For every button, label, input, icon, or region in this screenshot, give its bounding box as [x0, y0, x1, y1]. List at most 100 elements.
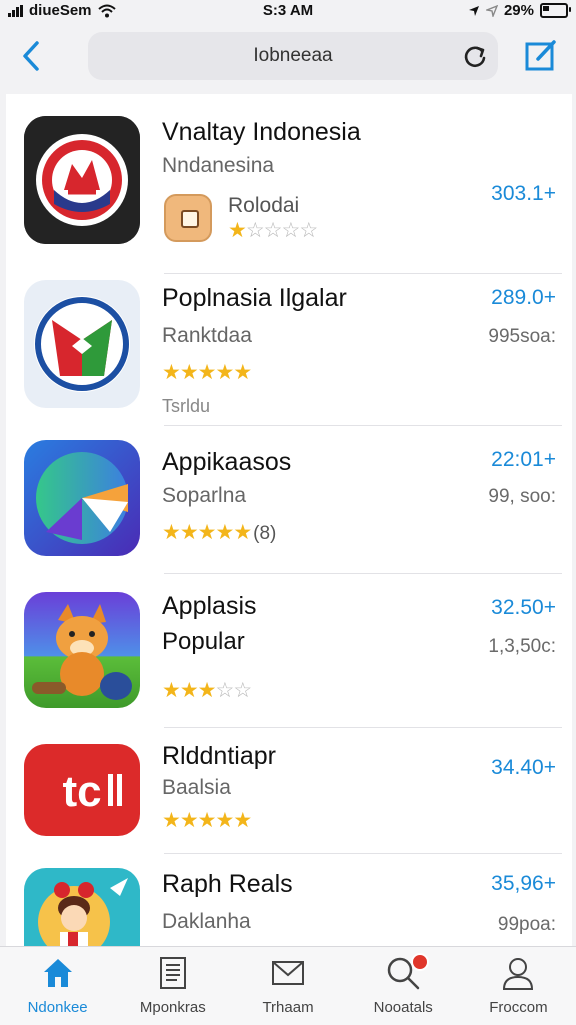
- battery-level: [543, 6, 549, 11]
- navigation-bar: Iobneeaa: [0, 28, 576, 84]
- star-icon: ★: [197, 521, 217, 544]
- star-icon: ★: [179, 521, 199, 544]
- app-price[interactable]: 303.1+: [491, 182, 556, 206]
- star-icon: ★: [233, 361, 252, 384]
- star-icon: ★: [162, 809, 181, 832]
- address-bar[interactable]: Iobneeaa: [88, 32, 498, 80]
- star-icon: ☆: [281, 219, 300, 242]
- app-badge-label: Rolodai: [228, 194, 300, 217]
- rating-stars: ★★★★★: [162, 808, 252, 833]
- app-downloads: 995soa:: [488, 326, 556, 347]
- list-item[interactable]: Appikaasos Soparlna ★★★★★ (8) 22:01+ 99, …: [6, 426, 572, 574]
- tab-label: Nooatals: [373, 999, 433, 1016]
- svg-text:tc: tc: [62, 767, 101, 816]
- star-icon: ★: [215, 521, 234, 544]
- star-icon: ★: [233, 809, 252, 832]
- app-price[interactable]: 22:01+: [491, 448, 556, 472]
- star-icon: ★: [162, 679, 181, 702]
- address-text: Iobneeaa: [253, 45, 333, 66]
- star-icon: ★: [162, 521, 181, 544]
- status-right: 29%: [468, 2, 571, 19]
- mail-icon: [272, 961, 304, 985]
- location-outline-icon: [485, 4, 498, 17]
- tab-list[interactable]: Mponkras: [115, 947, 230, 1025]
- tab-label: Froccom: [489, 999, 548, 1016]
- app-name: Vnaltay Indonesia: [162, 118, 361, 146]
- rating-stars: ★★★☆☆: [162, 678, 252, 703]
- app-subtitle: Baalsia: [162, 776, 231, 799]
- app-badge-icon: [164, 194, 212, 242]
- list-item[interactable]: tc Rlddntiapr Baalsia ★★★★★ 34.40+: [6, 728, 572, 854]
- location-icon: [468, 5, 479, 16]
- app-name: Rlddntiapr: [162, 742, 276, 770]
- app-price[interactable]: 32.50+: [491, 596, 556, 620]
- star-icon: ★: [179, 361, 199, 384]
- fox-character-icon: [24, 592, 140, 708]
- tab-profile[interactable]: Froccom: [461, 947, 576, 1025]
- app-subtitle: Ranktdaa: [162, 324, 252, 347]
- app-extra-text: Tsrldu: [162, 396, 211, 416]
- tab-label: Ndonkee: [27, 999, 88, 1016]
- app-downloads: 1,3,50c:: [488, 636, 556, 657]
- home-icon: [43, 959, 72, 987]
- red-circle-logo-icon: [24, 116, 140, 244]
- tab-label: Mponkras: [139, 999, 206, 1016]
- app-name: Applasis: [162, 592, 257, 620]
- rating-stars: ★☆☆☆☆: [228, 218, 318, 243]
- chevron-left-icon: [23, 41, 39, 71]
- tab-search[interactable]: Nooatals: [346, 947, 461, 1025]
- red-green-badge-icon: [24, 280, 140, 408]
- star-icon: ☆: [299, 219, 318, 242]
- compose-icon[interactable]: [524, 38, 558, 72]
- notification-badge: [411, 953, 430, 971]
- app-subtitle: Soparlna: [162, 484, 247, 507]
- profile-icon: [503, 958, 534, 990]
- app-subtitle: Popular: [162, 628, 245, 655]
- app-list: Vnaltay Indonesia Nndanesina Rolodai ★☆☆…: [6, 94, 572, 946]
- star-icon: ☆: [263, 219, 283, 242]
- star-icon: ☆: [215, 679, 234, 702]
- rating-count: (8): [253, 523, 277, 544]
- tab-bar: Ndonkee Mponkras Trhaam Nooatals Froccom: [0, 946, 576, 1025]
- star-icon: ★: [197, 361, 217, 384]
- status-bar: diueSem S:3 AM 29%: [0, 0, 576, 24]
- rating-stars: ★★★★★: [162, 360, 252, 385]
- reload-icon[interactable]: [462, 44, 488, 70]
- list-item[interactable]: Vnaltay Indonesia Nndanesina Rolodai ★☆☆…: [6, 114, 572, 274]
- list-item[interactable]: Poplnasia Ilgalar Ranktdaa ★★★★★ Tsrldu …: [6, 274, 572, 426]
- app-name: Raph Reals: [162, 870, 293, 898]
- app-downloads: 99poa:: [497, 914, 556, 935]
- list-item[interactable]: Applasis Popular ★★★☆☆ 32.50+ 1,3,50c:: [6, 574, 572, 728]
- star-icon: ★: [162, 361, 181, 384]
- tab-label: Trhaam: [262, 999, 314, 1016]
- app-downloads: 99, soo:: [488, 486, 556, 507]
- star-icon: ★: [228, 219, 247, 242]
- list-icon: [159, 957, 186, 989]
- app-subtitle: Daklanha: [162, 910, 251, 933]
- star-icon: ★: [179, 679, 199, 702]
- star-icon: ☆: [233, 679, 252, 702]
- tab-home[interactable]: Ndonkee: [0, 947, 115, 1025]
- star-icon: ★: [215, 809, 234, 832]
- star-icon: ★: [197, 679, 217, 702]
- star-icon: ★: [215, 361, 234, 384]
- star-icon: ★: [179, 809, 199, 832]
- tc-logo-icon: tc: [24, 744, 140, 836]
- gradient-arrow-icon: [24, 440, 140, 556]
- star-icon: ★: [233, 521, 252, 544]
- battery-percent: 29%: [503, 2, 534, 19]
- rating-stars: ★★★★★ (8): [162, 520, 276, 545]
- cartoon-girl-icon: [24, 868, 140, 946]
- star-icon: ★: [197, 809, 217, 832]
- list-item[interactable]: Raph Reals Daklanha 35,96+ 99poa:: [6, 854, 572, 946]
- app-name: Appikaasos: [162, 448, 292, 476]
- app-name: Poplnasia Ilgalar: [162, 284, 347, 312]
- back-button[interactable]: [14, 36, 48, 76]
- tab-mail[interactable]: Trhaam: [230, 947, 345, 1025]
- star-icon: ☆: [245, 219, 265, 242]
- app-price[interactable]: 35,96+: [491, 872, 556, 896]
- app-price[interactable]: 34.40+: [491, 756, 556, 780]
- battery-icon: [540, 3, 571, 18]
- app-price[interactable]: 289.0+: [491, 286, 556, 310]
- app-subtitle: Nndanesina: [162, 154, 275, 177]
